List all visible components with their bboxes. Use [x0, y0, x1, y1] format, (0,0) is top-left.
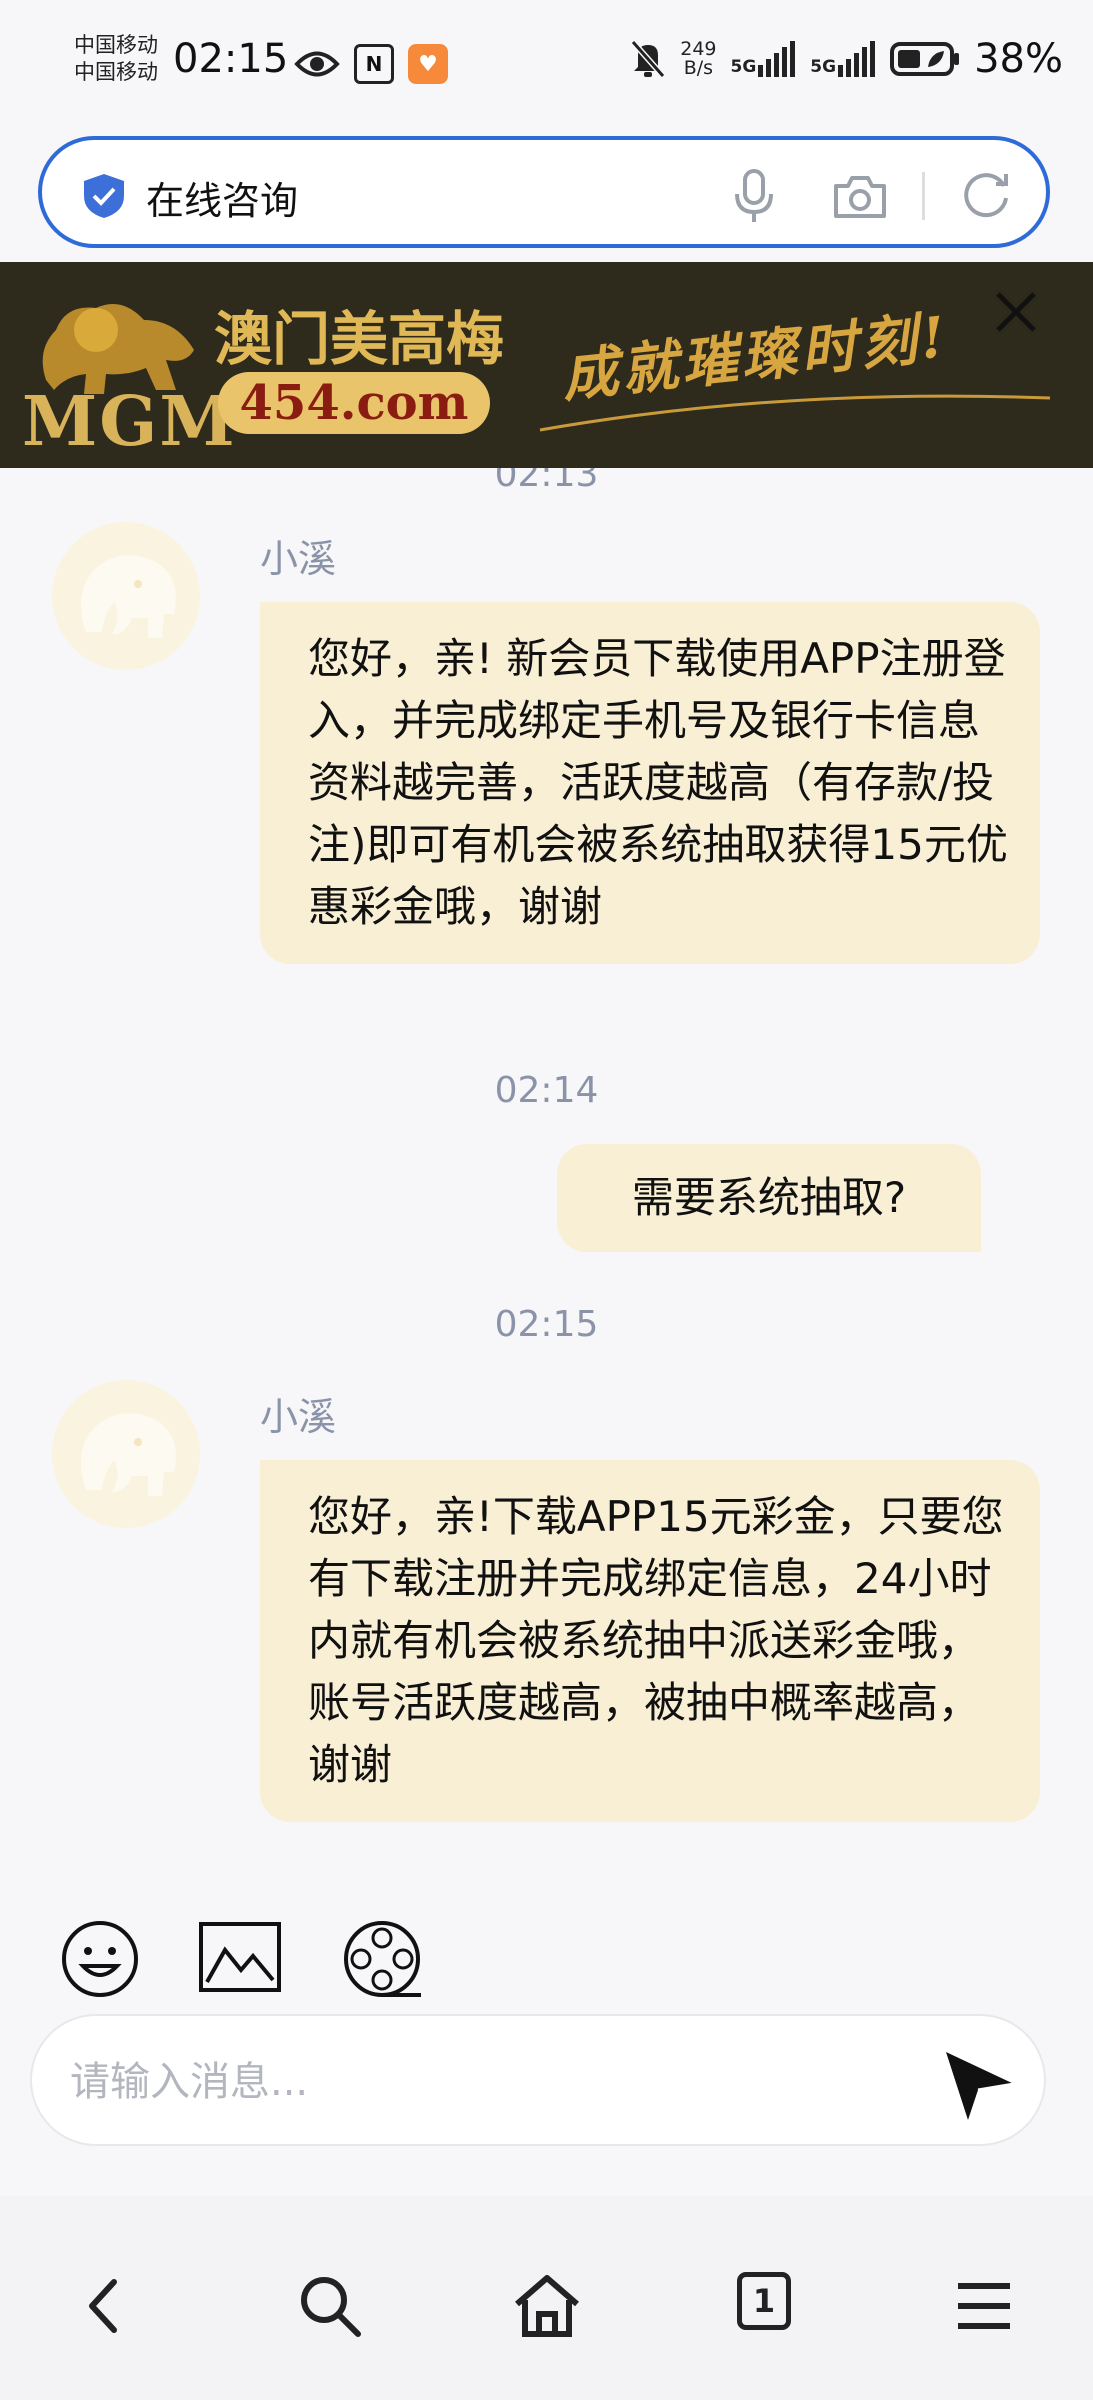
mute-icon	[630, 40, 666, 78]
address-bar[interactable]: 在线咨询	[38, 136, 1050, 248]
refresh-icon[interactable]	[958, 168, 1014, 224]
elephant-avatar-icon	[80, 555, 176, 638]
net-speed: 249 B/s	[680, 40, 716, 78]
image-icon[interactable]	[199, 1918, 281, 2000]
back-icon[interactable]	[70, 2270, 142, 2342]
avatar	[52, 522, 200, 670]
tabs-icon[interactable]: 1	[737, 2272, 791, 2330]
battery-icon	[890, 42, 960, 76]
app-notification-icon: ♥	[408, 44, 448, 84]
mic-icon[interactable]	[732, 168, 776, 224]
bottom-nav	[0, 2196, 1093, 2400]
timestamp: 02:13	[494, 468, 599, 495]
signal-icon: 5G	[731, 41, 797, 77]
net-speed-unit: B/s	[683, 57, 714, 79]
status-right-icons: 249 B/s 5G 5G 38%	[630, 36, 1063, 82]
status-bar: 中国移动 中国移动 02:15 N ♥ 249 B/s 5G 5G 38%	[0, 0, 1093, 130]
signal-1-label: 5G	[730, 57, 757, 77]
elephant-avatar-icon	[80, 1413, 176, 1496]
sender-name: 小溪	[260, 537, 337, 581]
signal-2-label: 5G	[810, 57, 837, 77]
carrier-labels: 中国移动 中国移动	[74, 32, 158, 86]
timestamp: 02:15	[494, 1304, 599, 1345]
menu-icon[interactable]	[948, 2270, 1020, 2342]
timestamp: 02:14	[494, 1070, 599, 1111]
sender-name: 小溪	[260, 1395, 337, 1439]
ad-brand: MGM	[22, 382, 237, 462]
message-bubble-incoming[interactable]: 您好，亲! 新会员下载使用APP注册登入，并完成绑定手机号及银行卡信息资料越完善…	[260, 602, 1040, 964]
home-icon[interactable]	[511, 2270, 583, 2342]
camera-icon[interactable]	[832, 172, 888, 220]
carrier-1: 中国移动	[74, 33, 158, 57]
video-icon[interactable]	[341, 1918, 423, 2000]
divider	[922, 172, 925, 220]
message-bubble-outgoing[interactable]: 需要系统抽取?	[557, 1144, 981, 1252]
status-time: 02:15	[173, 36, 289, 82]
ad-banner[interactable]: MGM 澳门美高梅 454.com 成就璀璨时刻!	[0, 262, 1093, 468]
search-icon[interactable]	[294, 2270, 366, 2342]
status-left-icons: N ♥	[294, 44, 448, 84]
signal-icon-2: 5G	[810, 41, 876, 77]
message-bubble-incoming[interactable]: 您好，亲!下载APP15元彩金，只要您有下载注册并完成绑定信息，24小时内就有机…	[260, 1460, 1040, 1822]
emoji-icon[interactable]	[59, 1918, 141, 2000]
close-icon[interactable]	[990, 286, 1042, 338]
ad-domain: 454.com	[218, 372, 490, 434]
carrier-2: 中国移动	[74, 60, 158, 84]
send-icon[interactable]	[938, 2042, 1020, 2124]
ad-swoosh	[539, 394, 1051, 432]
page-title: 在线咨询	[146, 179, 299, 223]
ad-name: 澳门美高梅	[214, 305, 505, 373]
avatar	[52, 1380, 200, 1528]
message-composer	[30, 2014, 1046, 2146]
nfc-icon: N	[354, 44, 394, 84]
message-input[interactable]	[68, 2046, 932, 2118]
chat-area[interactable]: 02:13 小溪 您好，亲! 新会员下载使用APP注册登入，并完成绑定手机号及银…	[0, 468, 1093, 1868]
composer-toolbar	[0, 1900, 1093, 2020]
eye-icon	[294, 51, 340, 77]
shield-icon	[84, 174, 124, 218]
battery-percent: 38%	[974, 36, 1063, 82]
